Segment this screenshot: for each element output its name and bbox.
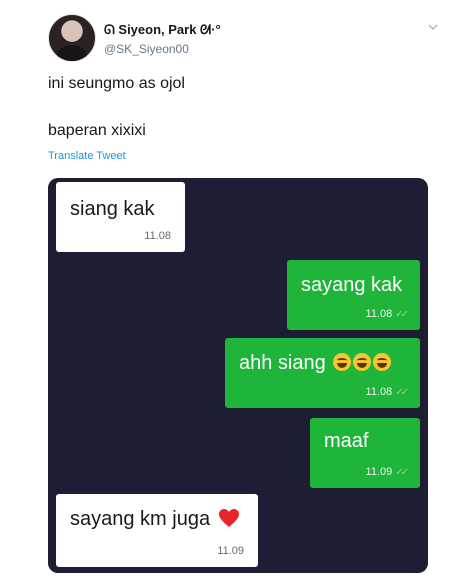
message-text: sayang km juga xyxy=(70,508,211,530)
message-time: 11.08 xyxy=(144,230,171,242)
time-label: 11.08 xyxy=(144,230,171,242)
chevron-down-icon[interactable] xyxy=(428,22,438,32)
message-text: siang kak xyxy=(70,198,155,220)
time-label: 11.08 xyxy=(365,308,393,320)
winking-laugh-emoji-icon xyxy=(373,353,392,371)
message-time: 11.08 ✓✓ xyxy=(365,386,409,398)
message-time: 11.09 ✓✓ xyxy=(365,466,409,478)
chat-bubble-outgoing: maaf 11.09 ✓✓ xyxy=(310,418,420,488)
message-text: maaf xyxy=(324,430,369,452)
message-text-row: sayang km juga xyxy=(70,508,240,531)
tweet-author[interactable]: ᘏ Siyeon, Park ᘛ·° @SK_Siyeon00 xyxy=(104,22,221,56)
read-ticks-icon: ✓✓ xyxy=(395,386,409,398)
laughing-emoji-icon xyxy=(333,353,352,371)
display-name[interactable]: ᘏ Siyeon, Park ᘛ·° xyxy=(104,22,221,38)
chat-screenshot-image[interactable]: siang kak 11.08 sayang kak 11.08 ✓✓ ahh … xyxy=(48,178,428,573)
time-label: 11.09 xyxy=(365,466,393,478)
translate-tweet-link[interactable]: Translate Tweet xyxy=(48,150,126,162)
message-time: 11.08 ✓✓ xyxy=(365,308,409,320)
message-text-row: ahh siang xyxy=(239,352,392,375)
chat-bubble-incoming: siang kak 11.08 xyxy=(56,182,185,252)
chat-bubble-incoming: sayang km juga 11.09 xyxy=(56,494,258,567)
tweet-text-line-1: ini seungmo as ojol xyxy=(48,75,185,92)
message-text: ahh siang xyxy=(239,352,326,374)
chat-bubble-outgoing: sayang kak 11.08 ✓✓ xyxy=(287,260,420,330)
avatar[interactable] xyxy=(48,14,96,62)
message-time: 11.09 xyxy=(217,545,244,557)
time-label: 11.09 xyxy=(217,545,244,557)
red-heart-emoji-icon xyxy=(218,509,239,527)
tweet-header: ᘏ Siyeon, Park ᘛ·° @SK_Siyeon00 xyxy=(48,14,438,62)
read-ticks-icon: ✓✓ xyxy=(395,466,409,478)
time-label: 11.08 xyxy=(365,386,393,398)
read-ticks-icon: ✓✓ xyxy=(395,308,409,320)
laughing-emoji-icon xyxy=(353,353,372,371)
message-text: sayang kak xyxy=(301,274,403,296)
tweet-text-line-2: baperan xixixi xyxy=(48,122,146,139)
user-handle[interactable]: @SK_Siyeon00 xyxy=(104,42,221,56)
chat-bubble-outgoing: ahh siang 11.08 ✓✓ xyxy=(225,338,420,408)
